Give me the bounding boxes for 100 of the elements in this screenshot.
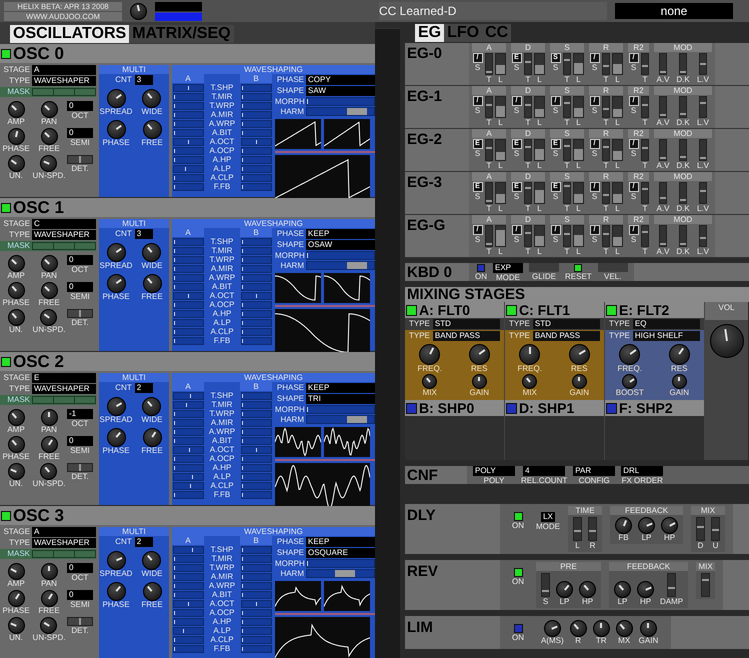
- slider-track[interactable]: [240, 238, 272, 246]
- slider-track[interactable]: [240, 482, 272, 490]
- knob[interactable]: [8, 617, 24, 634]
- fader-track[interactable]: [699, 139, 707, 161]
- slider-track[interactable]: [172, 400, 204, 408]
- knob[interactable]: [468, 344, 490, 365]
- fader-track[interactable]: [612, 53, 623, 75]
- fader-handle[interactable]: [680, 156, 686, 158]
- knob[interactable]: [142, 397, 162, 416]
- knob[interactable]: [638, 517, 655, 534]
- slider-track[interactable]: [240, 428, 272, 436]
- knob[interactable]: [8, 155, 24, 172]
- value-field[interactable]: BAND PASS: [432, 331, 500, 341]
- knob[interactable]: [40, 617, 58, 634]
- fader-track[interactable]: [573, 182, 584, 204]
- slider-track[interactable]: [172, 454, 204, 462]
- fader-track[interactable]: [679, 96, 687, 118]
- fader-track[interactable]: [711, 517, 720, 541]
- slider-track[interactable]: [172, 644, 204, 652]
- slider-track[interactable]: [240, 582, 272, 590]
- mask-field[interactable]: [32, 242, 96, 250]
- value-field[interactable]: [598, 263, 628, 272]
- knob[interactable]: [556, 581, 573, 598]
- fader-track[interactable]: [612, 96, 623, 118]
- fader-track[interactable]: [485, 225, 493, 247]
- slider-track[interactable]: [240, 318, 272, 326]
- slider-track[interactable]: [172, 174, 204, 182]
- fader-track[interactable]: [602, 182, 610, 204]
- slider-track[interactable]: [240, 572, 272, 580]
- fader-handle[interactable]: [525, 232, 531, 234]
- fader-handle[interactable]: [660, 197, 666, 200]
- led-toggle[interactable]: [406, 402, 417, 414]
- fader-handle[interactable]: [660, 243, 666, 246]
- fader-track[interactable]: [534, 182, 545, 204]
- slider-track[interactable]: [172, 128, 204, 136]
- slider-handle[interactable]: [346, 262, 367, 269]
- fader-track[interactable]: [602, 139, 610, 161]
- fader-track[interactable]: [563, 96, 571, 118]
- fader-handle[interactable]: [603, 108, 609, 110]
- slider-track[interactable]: [172, 472, 204, 480]
- fader-handle[interactable]: [589, 530, 596, 532]
- led-toggle[interactable]: [574, 264, 582, 272]
- slider-track[interactable]: [240, 264, 272, 272]
- knob[interactable]: [619, 344, 640, 365]
- knob[interactable]: [40, 409, 58, 426]
- value-field[interactable]: STD: [532, 319, 600, 329]
- slider-track[interactable]: [172, 182, 204, 190]
- fader-track[interactable]: [667, 573, 676, 597]
- slider-track[interactable]: [240, 392, 272, 400]
- fader-track[interactable]: [588, 517, 597, 541]
- slider-track[interactable]: [172, 392, 204, 400]
- fader-track[interactable]: [563, 182, 571, 204]
- slider-track[interactable]: [240, 608, 272, 616]
- slider-track[interactable]: [240, 310, 272, 318]
- slider-handle[interactable]: [186, 402, 188, 406]
- mask-field[interactable]: [32, 396, 96, 404]
- slider-track[interactable]: [240, 282, 272, 290]
- slider-track[interactable]: [172, 310, 204, 318]
- fader-handle[interactable]: [668, 587, 676, 589]
- fader-track[interactable]: [641, 139, 649, 161]
- fader-handle[interactable]: [660, 114, 666, 116]
- knob[interactable]: [710, 324, 744, 358]
- fader-track[interactable]: [679, 225, 687, 247]
- slider-track[interactable]: [240, 110, 272, 118]
- fader-handle[interactable]: [564, 145, 570, 148]
- knob[interactable]: [672, 374, 687, 389]
- fader-handle[interactable]: [642, 147, 648, 150]
- value-field[interactable]: LX: [541, 512, 555, 522]
- slider-track[interactable]: [240, 274, 272, 282]
- led-toggle[interactable]: [1, 48, 11, 58]
- slider-track[interactable]: [172, 564, 204, 572]
- knob[interactable]: [616, 620, 633, 637]
- led-toggle[interactable]: [477, 264, 485, 272]
- slider-handle[interactable]: [307, 407, 308, 412]
- slider-track[interactable]: [172, 572, 204, 580]
- slider-track[interactable]: [172, 256, 204, 264]
- slider-track[interactable]: [240, 328, 272, 336]
- slider-track[interactable]: [240, 246, 272, 254]
- fader-track[interactable]: [485, 53, 493, 75]
- tab[interactable]: EG: [415, 24, 444, 42]
- fader-handle[interactable]: [525, 146, 531, 148]
- slider-track[interactable]: [240, 600, 272, 608]
- knob[interactable]: [142, 274, 162, 293]
- slider-track[interactable]: [240, 164, 272, 172]
- fader-track[interactable]: [602, 225, 610, 247]
- knob[interactable]: [8, 282, 24, 299]
- value-field[interactable]: WAVESHAPER: [32, 76, 96, 86]
- slider-track[interactable]: [172, 446, 204, 454]
- led-toggle[interactable]: [514, 568, 522, 577]
- slider-track[interactable]: [172, 164, 204, 172]
- slider-track[interactable]: [240, 590, 272, 598]
- fader-handle[interactable]: [525, 104, 531, 106]
- slider-track[interactable]: [172, 600, 204, 608]
- fader-handle[interactable]: [680, 113, 686, 116]
- fader-track[interactable]: [699, 225, 707, 247]
- slider-track[interactable]: [172, 120, 204, 128]
- value-field[interactable]: HIGH SHELF: [632, 331, 700, 341]
- fader-track[interactable]: [659, 139, 667, 161]
- slider-track[interactable]: [240, 618, 272, 626]
- fader-track[interactable]: [659, 96, 667, 118]
